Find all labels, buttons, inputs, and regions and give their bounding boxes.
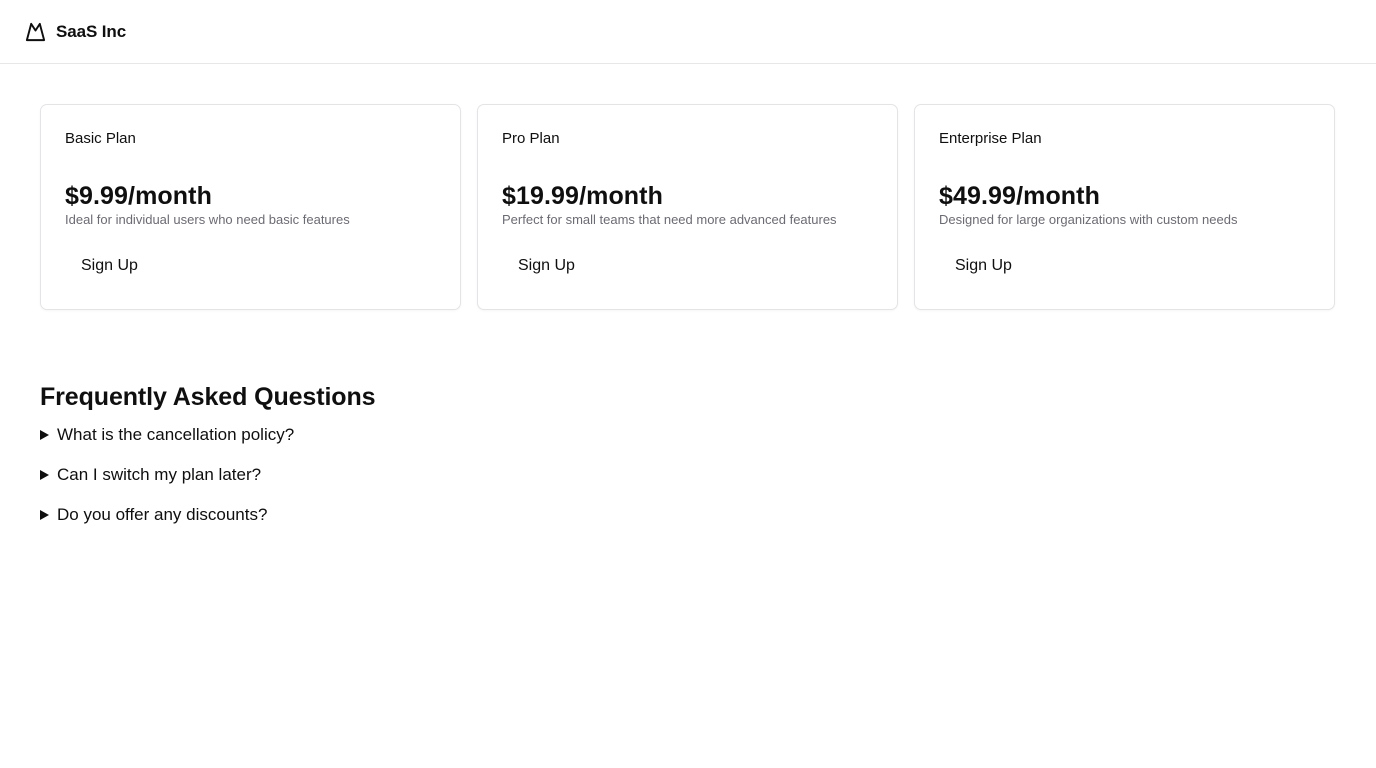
site-header: SaaS Inc [0,0,1376,64]
brand-link[interactable]: SaaS Inc [24,20,126,43]
plan-card-pro: Pro Plan $19.99/month Perfect for small … [477,104,898,310]
faq-item-cancellation[interactable]: What is the cancellation policy? [40,420,375,450]
plan-card-basic: Basic Plan $9.99/month Ideal for individ… [40,104,461,310]
pricing-plans: Basic Plan $9.99/month Ideal for individ… [40,104,1336,310]
disclosure-triangle-icon [40,430,49,440]
plan-price: $49.99/month [939,182,1100,210]
plan-price: $9.99/month [65,182,212,210]
faq-item-switch-plan[interactable]: Can I switch my plan later? [40,460,375,490]
plan-name: Pro Plan [502,130,560,147]
plan-price: $19.99/month [502,182,663,210]
faq-question: What is the cancellation policy? [57,425,295,444]
signup-button-enterprise[interactable]: Sign Up [939,248,1028,284]
disclosure-triangle-icon [40,470,49,480]
faq-question: Do you offer any discounts? [57,505,268,524]
plan-description: Perfect for small teams that need more a… [502,212,837,227]
faq-section: Frequently Asked Questions What is the c… [40,380,376,530]
faq-title: Frequently Asked Questions [40,383,376,411]
plan-card-enterprise: Enterprise Plan $49.99/month Designed fo… [914,104,1335,310]
mountain-icon [24,20,47,43]
plan-name: Basic Plan [65,130,136,147]
signup-button-pro[interactable]: Sign Up [502,248,591,284]
faq-question: Can I switch my plan later? [57,465,262,484]
disclosure-triangle-icon [40,510,49,520]
plan-description: Designed for large organizations with cu… [939,212,1238,227]
plan-name: Enterprise Plan [939,130,1042,147]
signup-button-basic[interactable]: Sign Up [65,248,154,284]
plan-description: Ideal for individual users who need basi… [65,212,350,227]
brand-name: SaaS Inc [56,21,127,41]
faq-item-discounts[interactable]: Do you offer any discounts? [40,500,375,530]
